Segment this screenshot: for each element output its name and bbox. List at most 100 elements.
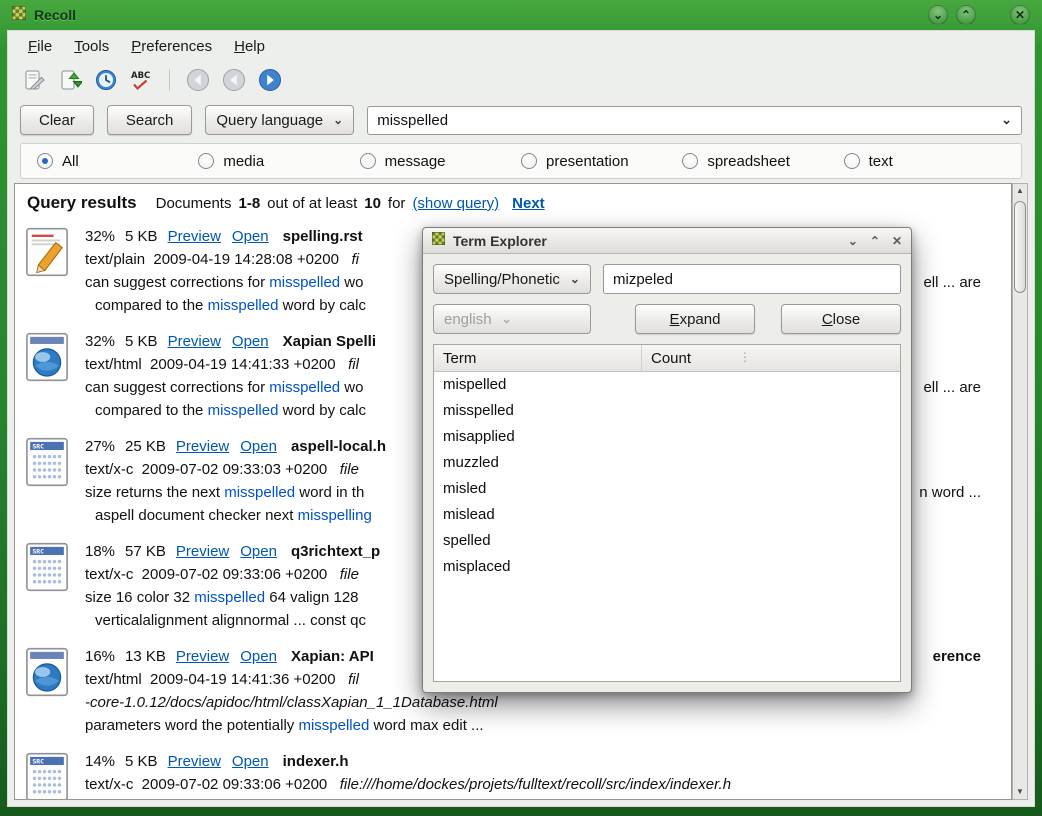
count-column-header[interactable]: Count (642, 345, 700, 371)
result-headline: 14%5 KBPreviewOpenindexer.h (85, 750, 1011, 773)
history-icon[interactable] (92, 67, 119, 94)
expand-button[interactable]: Expand (635, 304, 755, 334)
term-table-header: Term Count ⋮ (434, 345, 900, 372)
relevance-percent: 27% (85, 438, 115, 455)
filter-row: All media message presentation spreadsheet te… (8, 141, 1034, 181)
scroll-up-button[interactable]: ▲ (1013, 184, 1027, 198)
relevance-percent: 16% (85, 648, 115, 665)
term-row[interactable]: spelled (434, 528, 900, 554)
term-row[interactable]: muzzled (434, 450, 900, 476)
header-splitter-icon: ⋮ (739, 350, 751, 364)
filter-label: text (869, 153, 893, 170)
query-input[interactable]: misspelled ⌄ (367, 106, 1022, 135)
language-value: english (444, 311, 492, 328)
close-button[interactable]: Close (781, 304, 901, 334)
dialog-shade-button[interactable]: ⌄ (848, 234, 858, 248)
term-row[interactable]: misplaced (434, 554, 900, 580)
scrollbar-thumb[interactable] (1014, 201, 1026, 293)
expansion-mode-select[interactable]: Spelling/Phonetic ⌄ (433, 264, 591, 294)
term-explorer-titlebar[interactable]: Term Explorer ⌄ ⌃ ✕ (423, 228, 911, 254)
src-file-icon: SRC (25, 750, 71, 800)
snippet-tail: ell ... are (923, 376, 981, 399)
term-column-header[interactable]: Term (434, 345, 642, 371)
show-query-link[interactable]: (show query) (412, 195, 499, 212)
preview-link[interactable]: Preview (176, 438, 229, 455)
result-item: SRC14%5 KBPreviewOpenindexer.htext/x-c 2… (25, 750, 1011, 800)
doc-title: Xapian Spelli (283, 333, 376, 350)
filter-media[interactable]: media (198, 153, 359, 170)
html-file-icon (25, 645, 71, 737)
term-row[interactable]: misspelled (434, 398, 900, 424)
dialog-maximize-button[interactable]: ⌃ (870, 234, 880, 248)
term-input-value: mizpeled (613, 271, 673, 288)
menu-preferences[interactable]: Preferences (121, 35, 222, 58)
open-link[interactable]: Open (240, 648, 277, 665)
combo-dropdown-icon[interactable]: ⌄ (1001, 112, 1012, 128)
relevance-percent: 32% (85, 228, 115, 245)
doc-size: 5 KB (125, 753, 158, 770)
close-window-button[interactable]: ✕ (1010, 5, 1030, 25)
radio-icon (844, 153, 860, 169)
chevron-down-icon: ⌄ (502, 313, 512, 325)
open-link[interactable]: Open (232, 228, 269, 245)
toolbar-separator (169, 69, 170, 91)
next-page-link[interactable]: Next (512, 195, 545, 212)
query-text: misspelled (377, 112, 448, 129)
filter-presentation[interactable]: presentation (521, 153, 682, 170)
menu-help[interactable]: Help (224, 35, 275, 58)
filter-label: message (385, 153, 446, 170)
next-page-button[interactable] (256, 67, 283, 94)
erase-search-icon[interactable] (20, 67, 47, 94)
open-link[interactable]: Open (240, 543, 277, 560)
language-select[interactable]: english ⌄ (433, 304, 591, 334)
preview-link[interactable]: Preview (176, 648, 229, 665)
term-row[interactable]: misapplied (434, 424, 900, 450)
open-link[interactable]: Open (232, 753, 269, 770)
result-snippet: -core-1.0.12/docs/apidoc/html/classXapia… (85, 691, 1011, 714)
window-titlebar[interactable]: Recoll ⌄ ⌃ ✕ (0, 0, 1042, 30)
term-row[interactable]: mislead (434, 502, 900, 528)
preview-link[interactable]: Preview (176, 543, 229, 560)
open-link[interactable]: Open (240, 438, 277, 455)
filter-spreadsheet[interactable]: spreadsheet (682, 153, 843, 170)
query-language-select[interactable]: Query language ⌄ (205, 105, 354, 135)
filter-message[interactable]: message (360, 153, 521, 170)
doc-title: spelling.rst (283, 228, 363, 245)
term-input[interactable]: mizpeled (603, 264, 901, 294)
search-button[interactable]: Search (107, 105, 193, 135)
results-header: Query results Documents 1-8 out of at le… (27, 193, 1009, 213)
scroll-down-button[interactable]: ▼ (1013, 785, 1027, 799)
shade-window-button[interactable]: ⌄ (928, 5, 948, 25)
clear-button[interactable]: Clear (20, 105, 94, 135)
preview-link[interactable]: Preview (168, 228, 221, 245)
svg-text:ABC: ABC (131, 71, 150, 81)
relevance-percent: 32% (85, 333, 115, 350)
term-row[interactable]: mispelled (434, 372, 900, 398)
html-file-icon (25, 330, 71, 422)
snippet-tail: n word ... (919, 481, 981, 504)
open-link[interactable]: Open (232, 333, 269, 350)
filter-label: presentation (546, 153, 629, 170)
term-explorer-icon[interactable]: ABC (128, 67, 155, 94)
filter-all[interactable]: All (37, 153, 198, 170)
maximize-window-button[interactable]: ⌃ (956, 5, 976, 25)
filter-text[interactable]: text (844, 153, 1005, 170)
preview-link[interactable]: Preview (168, 753, 221, 770)
radio-icon (360, 153, 376, 169)
menu-file[interactable]: File (18, 35, 62, 58)
preview-link[interactable]: Preview (168, 333, 221, 350)
prev-page-button[interactable] (220, 67, 247, 94)
svg-text:SRC: SRC (32, 758, 44, 766)
doc-size: 13 KB (125, 648, 166, 665)
filter-label: media (223, 153, 264, 170)
menu-tools[interactable]: Tools (64, 35, 119, 58)
scrollbar-track[interactable] (1013, 198, 1027, 785)
dialog-close-button[interactable]: ✕ (892, 234, 902, 248)
doc-title-tail: erence (933, 645, 981, 668)
update-index-icon[interactable] (56, 67, 83, 94)
term-row[interactable]: misled (434, 476, 900, 502)
results-scrollbar[interactable]: ▲ ▼ (1012, 183, 1028, 800)
first-page-button[interactable] (184, 67, 211, 94)
term-explorer-dialog: Term Explorer ⌄ ⌃ ✕ Spelling/Phonetic ⌄ (422, 227, 912, 693)
result-snippet: text/x-c 2009-07-02 09:33:06 +0200 file:… (85, 773, 1011, 796)
